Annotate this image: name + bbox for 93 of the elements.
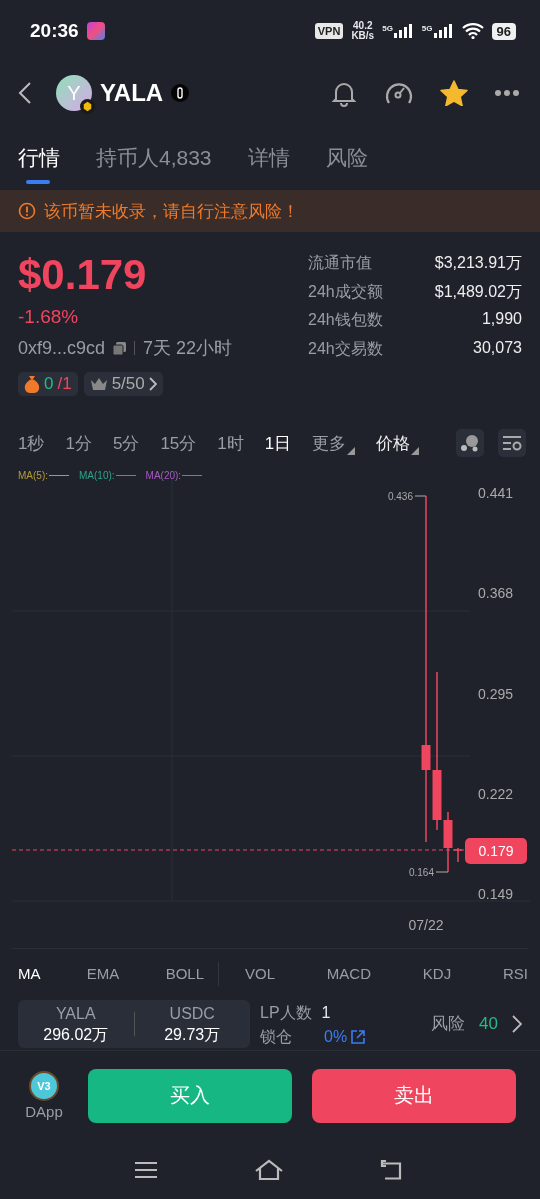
leader-line bbox=[435, 871, 449, 873]
token-age: 7天 22小时 bbox=[143, 337, 233, 360]
tab[interactable]: 风险 bbox=[325, 144, 368, 184]
coin-avatar: Y bbox=[56, 75, 92, 111]
token-symbol: USDC bbox=[169, 1003, 215, 1024]
price: $0.179 bbox=[18, 250, 148, 300]
chain-icon bbox=[80, 99, 95, 114]
sell-button[interactable]: 卖出 bbox=[312, 1068, 516, 1123]
bubbles-icon bbox=[460, 434, 480, 452]
indicator-tab[interactable]: MACD bbox=[326, 965, 371, 982]
high-label: 0.436 bbox=[387, 491, 413, 502]
coin-title: YALA bbox=[100, 79, 164, 107]
stat-value: 1,990 bbox=[480, 310, 522, 329]
warning-text: 该币暂未收录，请自行注意风险！ bbox=[44, 200, 299, 223]
indicator-tab[interactable]: MA bbox=[18, 965, 41, 982]
low-label: 0.164 bbox=[408, 867, 434, 878]
app-icon bbox=[86, 22, 105, 40]
chevron-icon bbox=[148, 377, 157, 391]
indicator-tab[interactable]: KDJ bbox=[422, 965, 452, 982]
rank-badge[interactable]: 5/50 bbox=[83, 372, 163, 396]
wifi-icon bbox=[461, 23, 484, 39]
stat-value: $3,213.91万 bbox=[433, 253, 522, 273]
ma-legend: MA(20): bbox=[145, 470, 203, 481]
ma-legend: MA(5): bbox=[18, 470, 69, 481]
external-link-icon[interactable] bbox=[351, 1030, 366, 1044]
copy-icon[interactable] bbox=[113, 341, 127, 355]
axis-label: 07/22 bbox=[408, 917, 444, 933]
axis-label: 0.222 bbox=[478, 786, 514, 802]
home-icon[interactable] bbox=[254, 1158, 284, 1181]
signal-icon bbox=[393, 24, 414, 38]
chevron-icon[interactable] bbox=[512, 1014, 522, 1033]
axis-label: 0.295 bbox=[478, 686, 514, 702]
chart-settings-button[interactable] bbox=[498, 429, 526, 457]
risk-label: 风险 bbox=[431, 1013, 466, 1035]
money-badge[interactable]: 0 /1 bbox=[18, 372, 78, 396]
dapp-logo: V3 bbox=[29, 1071, 59, 1101]
token-amount: 296.02万 bbox=[43, 1024, 109, 1045]
price-tag-background bbox=[465, 838, 527, 864]
timeframe-tab[interactable]: 15分 bbox=[160, 431, 197, 455]
stat-value: $1,489.02万 bbox=[433, 281, 522, 302]
indicator-tab[interactable]: RSI bbox=[502, 965, 528, 982]
lp-label: LP人数 bbox=[260, 1004, 312, 1021]
timeframe-tab[interactable]: 1时 bbox=[217, 431, 244, 455]
price-mode-dropdown[interactable]: 价格 bbox=[376, 431, 420, 455]
network-speed: 40.2 bbox=[353, 21, 373, 31]
money-bag-icon bbox=[24, 375, 40, 393]
price-change: -1.68% bbox=[18, 306, 80, 328]
indicator-tab[interactable]: VOL bbox=[245, 965, 275, 982]
settings-icon bbox=[502, 435, 522, 451]
tab[interactable]: 详情 bbox=[247, 144, 290, 184]
tab[interactable]: 持币人4,833 bbox=[96, 144, 212, 184]
ma-legend: MA(10): bbox=[79, 470, 136, 481]
lock-label: 锁仓 bbox=[260, 1027, 292, 1047]
speed-unit: KB/s bbox=[351, 31, 375, 41]
menu-icon[interactable] bbox=[134, 1160, 158, 1179]
indicator-tab[interactable]: BOLL bbox=[165, 965, 204, 982]
battery-indicator: 96 bbox=[491, 22, 516, 40]
timeframe-tab[interactable]: 1日 bbox=[264, 431, 292, 455]
timeframe-tab[interactable]: 5分 bbox=[112, 431, 140, 455]
token-symbol: YALA bbox=[55, 1003, 96, 1024]
signal-icon bbox=[433, 24, 454, 38]
indicator-tab[interactable]: EMA bbox=[86, 965, 120, 982]
risk-score: 40 bbox=[479, 1013, 498, 1034]
clock: 20:36 bbox=[30, 20, 79, 42]
stat-label: 24h交易数 bbox=[308, 338, 384, 359]
axis-label: 0.149 bbox=[478, 886, 514, 902]
star-icon[interactable] bbox=[440, 80, 468, 106]
price-tag: 0.179 bbox=[478, 843, 514, 859]
lock-value[interactable]: 0% bbox=[324, 1027, 348, 1047]
axis-label: 0.368 bbox=[478, 585, 514, 601]
indicator-button[interactable] bbox=[456, 429, 484, 457]
stat-label: 流通市值 bbox=[308, 253, 373, 273]
link-icon[interactable] bbox=[171, 84, 190, 102]
contract-address: 0xf9...c9cd bbox=[18, 337, 106, 359]
network-type: 5G bbox=[421, 24, 433, 33]
back-icon[interactable] bbox=[18, 81, 32, 105]
crown-icon bbox=[89, 377, 108, 391]
timeframe-tab[interactable]: 1分 bbox=[65, 431, 92, 455]
leader-line bbox=[414, 495, 427, 497]
dapp-button[interactable]: V3 DApp bbox=[20, 1071, 68, 1120]
token-amount: 29.73万 bbox=[164, 1024, 221, 1045]
axis-label: 0.441 bbox=[478, 485, 514, 501]
lp-count: 1 bbox=[321, 1004, 331, 1021]
stat-value: 30,073 bbox=[472, 338, 522, 358]
network-type: 5G bbox=[382, 24, 393, 33]
tab[interactable]: 行情 bbox=[18, 144, 60, 184]
vpn-indicator: VPN bbox=[314, 23, 344, 39]
timeframe-tab[interactable]: 更多 bbox=[312, 431, 356, 455]
more-icon[interactable] bbox=[494, 89, 520, 97]
stat-label: 24h成交额 bbox=[308, 281, 384, 302]
stat-label: 24h钱包数 bbox=[308, 310, 384, 330]
warning-icon bbox=[18, 202, 36, 220]
timeframe-tab[interactable]: 1秒 bbox=[18, 431, 45, 455]
